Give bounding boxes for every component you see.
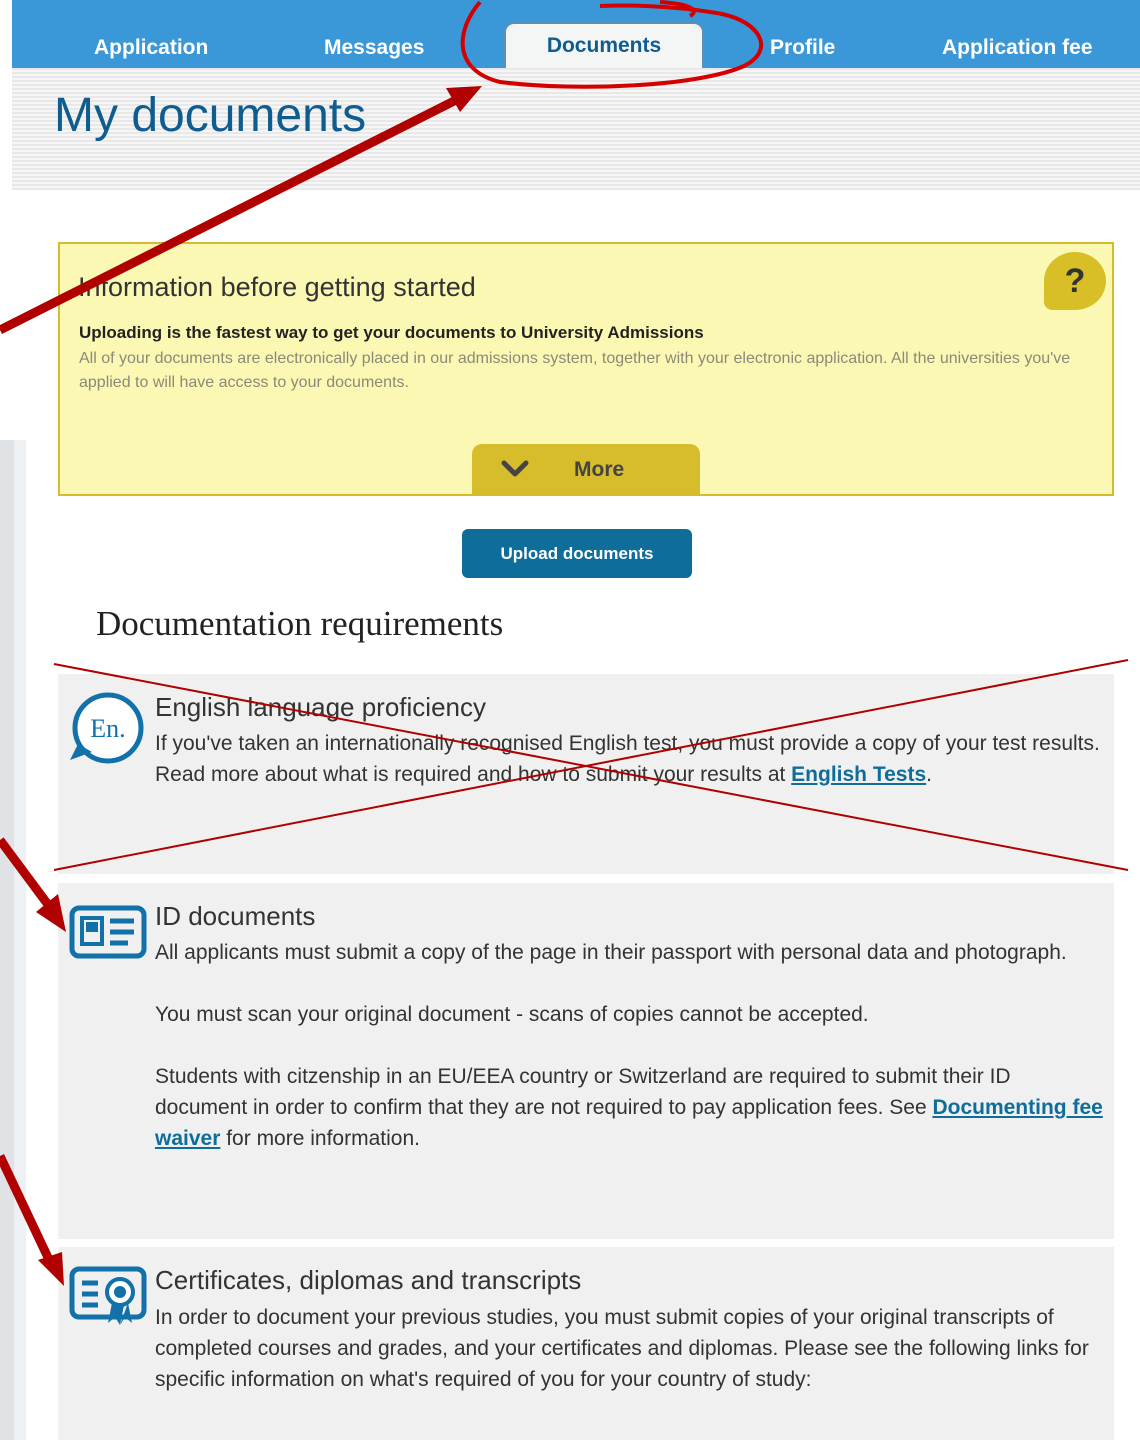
help-question-icon[interactable]: ? — [1044, 252, 1106, 310]
id-title: ID documents — [155, 901, 316, 931]
english-title: English language proficiency — [155, 692, 486, 722]
id-text: All applicants must submit a copy of the… — [155, 937, 1105, 1154]
english-text: If you've taken an internationally recog… — [155, 728, 1105, 790]
info-heading: Information before getting started — [78, 272, 476, 302]
id-card-icon — [69, 905, 147, 959]
english-tests-link[interactable]: English Tests — [791, 763, 926, 786]
chevron-down-icon — [501, 460, 529, 477]
tab-documents[interactable]: Documents — [504, 22, 704, 68]
certificate-icon — [69, 1266, 147, 1325]
upload-documents-button[interactable]: Upload documents — [462, 529, 692, 578]
certificates-text: In order to document your previous studi… — [155, 1306, 1089, 1391]
tab-messages[interactable]: Messages — [324, 36, 424, 60]
id-text-p3: Students with citzenship in an EU/EEA co… — [155, 1061, 1105, 1154]
info-body: All of your documents are electronically… — [79, 350, 1071, 391]
tab-application-fee[interactable]: Application fee — [942, 36, 1093, 60]
more-button[interactable]: More — [472, 444, 700, 494]
en-icon-text: En. — [90, 714, 125, 743]
id-text-p2: You must scan your original document - s… — [155, 1003, 869, 1026]
speech-bubble-en-icon: En. — [70, 692, 144, 764]
tab-application[interactable]: Application — [94, 36, 208, 60]
certificates-title: Certificates, diplomas and transcripts — [155, 1265, 582, 1295]
left-scroll-strip-inner — [14, 440, 26, 1440]
tab-profile[interactable]: Profile — [770, 36, 835, 60]
documentation-heading: Documentation requirements — [96, 604, 504, 643]
page-title: My documents — [54, 89, 367, 142]
id-text-p3-before: Students with citzenship in an EU/EEA co… — [155, 1065, 1011, 1119]
info-subheading: Uploading is the fastest way to get your… — [79, 323, 704, 342]
left-scroll-strip — [0, 440, 14, 1440]
help-label: ? — [1064, 261, 1086, 300]
id-text-p1: All applicants must submit a copy of the… — [155, 941, 1067, 964]
english-text-body: If you've taken an internationally recog… — [155, 732, 1100, 786]
id-text-p3-after: for more information. — [220, 1127, 420, 1150]
more-label: More — [574, 458, 625, 481]
english-text-suffix: . — [926, 763, 932, 786]
